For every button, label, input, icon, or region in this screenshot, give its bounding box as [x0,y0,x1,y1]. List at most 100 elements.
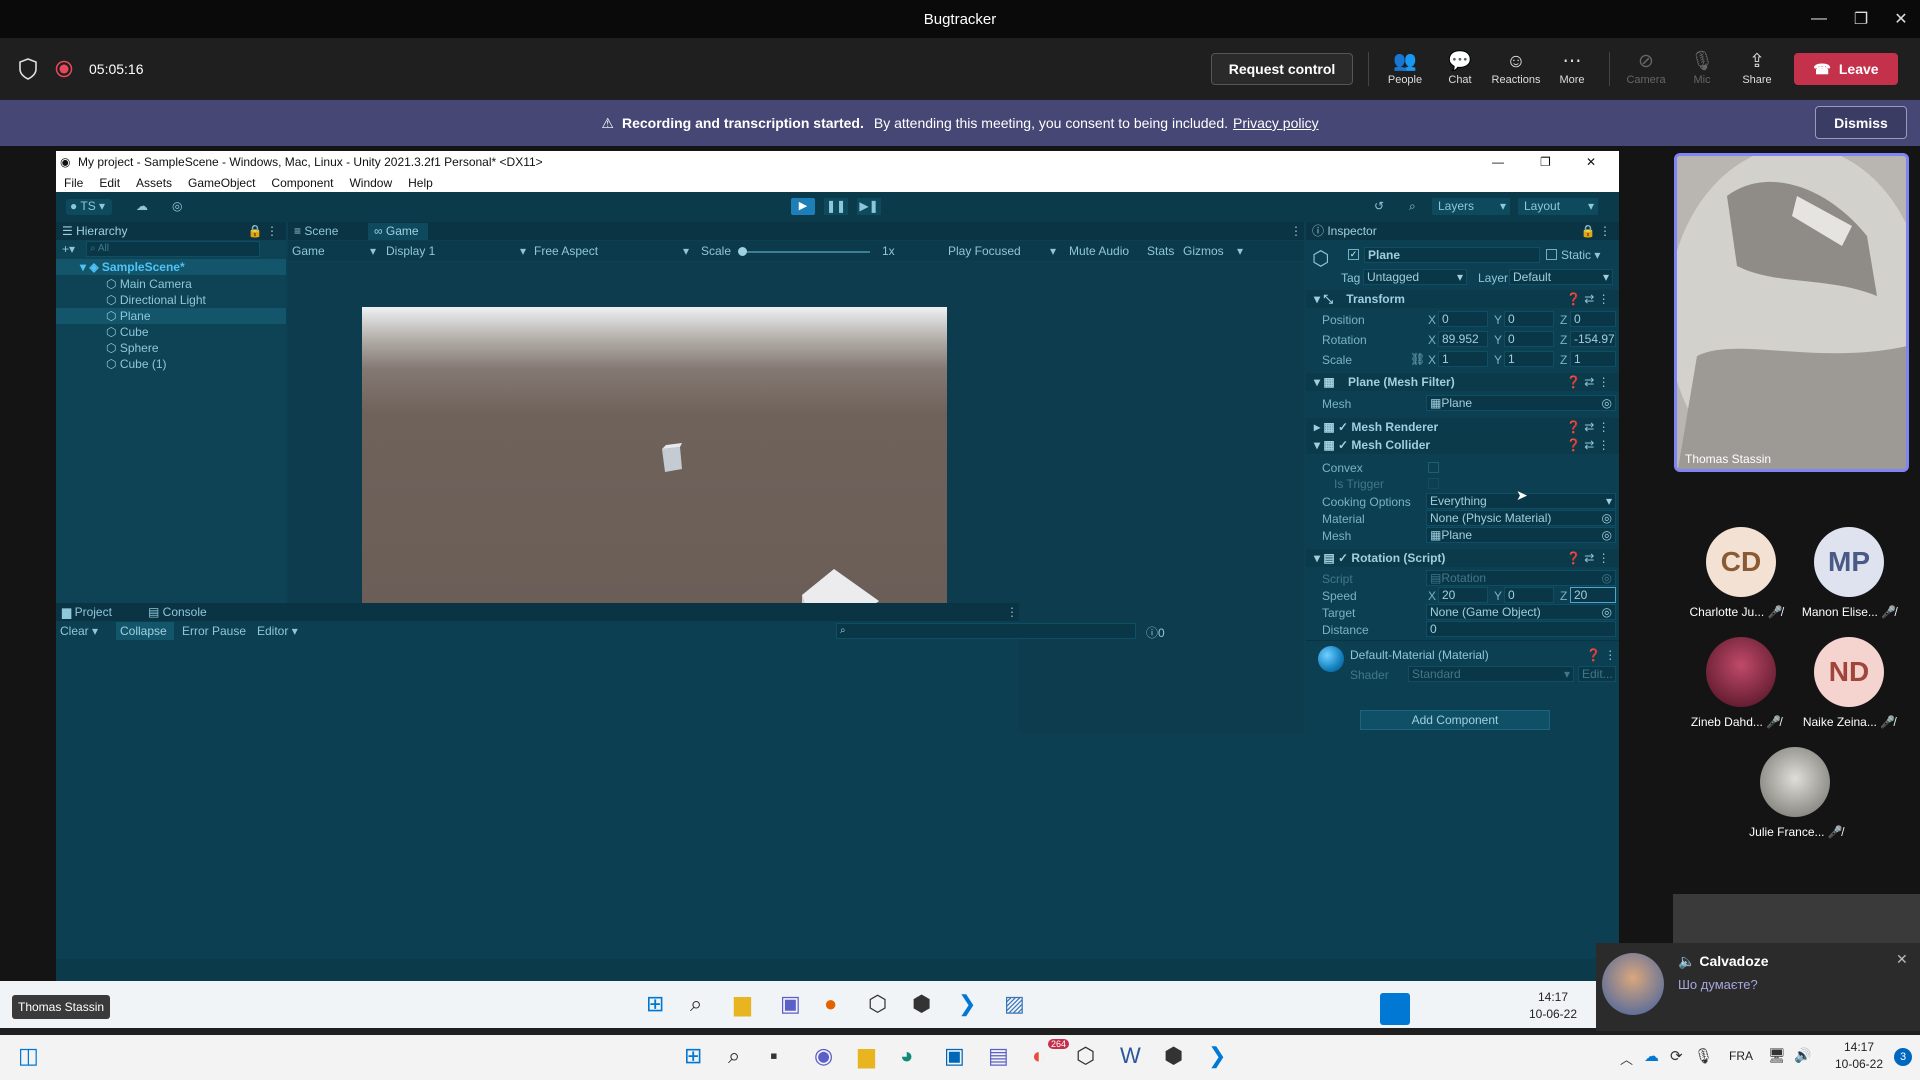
people-button[interactable]: 👥 People [1377,50,1433,86]
participant-tile[interactable]: CD [1706,527,1776,597]
tag-dropdown[interactable]: Untagged ▾ [1363,269,1467,285]
scale-slider-handle[interactable] [738,247,747,256]
tab-game[interactable]: ∞ Game [368,223,428,240]
menu-help[interactable]: Help [408,176,433,190]
menu-gameobject[interactable]: GameObject [188,176,255,190]
leave-button[interactable]: ☎ Leave [1794,53,1898,85]
collab-icon[interactable]: ◎ [172,199,182,213]
mic-button[interactable]: 🎙 Mic [1674,50,1730,86]
store-icon[interactable]: ▣ [944,1043,965,1069]
rotation-y-input[interactable]: 0 [1504,331,1554,347]
participant-tile[interactable] [1760,747,1830,817]
tray-chevron-icon[interactable]: ︿ [1620,1049,1633,1068]
sync-icon[interactable]: ⟳ [1670,1047,1683,1065]
static-checkbox[interactable] [1546,249,1557,260]
shader-edit-button[interactable]: Edit... [1578,666,1616,682]
hierarchy-item[interactable]: ⬡ Sphere [106,341,159,355]
add-component-button[interactable]: Add Component [1360,710,1550,730]
participant-tile[interactable]: MP [1814,527,1884,597]
search-icon[interactable]: ⌕ [728,1043,740,1069]
hierarchy-search-input[interactable]: ⌕ All [86,241,260,257]
scale-y-input[interactable]: 1 [1504,351,1554,367]
clock-time[interactable]: 14:17 [1832,1040,1886,1054]
error-pause-toggle[interactable]: Error Pause [182,624,246,638]
layout-dropdown[interactable]: Layout ▾ [1518,198,1598,215]
speed-z-input[interactable]: 20 [1570,587,1616,603]
log-count[interactable]: ⓘ0 [1146,624,1165,641]
history-icon[interactable]: ↺ [1374,199,1384,213]
rotation-x-input[interactable]: 89.952 [1438,331,1488,347]
editor-dropdown[interactable]: Editor ▾ [257,624,298,638]
minimize-icon[interactable]: — [1492,155,1504,169]
more-icon[interactable]: ⋮ [1006,605,1018,619]
layer-dropdown[interactable]: Default ▾ [1509,269,1613,285]
network-icon[interactable]: 🖥 [1768,1047,1786,1064]
windows-start-icon[interactable]: ⊞ [684,1043,702,1069]
scale-x-input[interactable]: 1 [1438,351,1488,367]
step-button[interactable]: ▶❚ [857,198,881,215]
object-name-input[interactable]: Plane [1364,247,1540,263]
component-options-icon[interactable]: ❓ ⇄ ⋮ [1566,375,1610,389]
collider-mesh-field[interactable]: ▦Plane ◎ [1426,527,1616,543]
menu-file[interactable]: File [64,176,83,190]
layers-dropdown[interactable]: Layers ▾ [1432,198,1510,215]
vscode-icon[interactable]: ❯ [1208,1043,1226,1069]
privacy-policy-link[interactable]: Privacy policy [1233,115,1319,131]
active-checkbox[interactable]: ✓ [1348,249,1359,260]
menu-assets[interactable]: Assets [136,176,172,190]
cloud-icon[interactable]: ☁ [136,199,148,213]
task-view-icon[interactable]: ◫ [18,1043,39,1069]
onedrive-icon[interactable]: ☁ [1644,1047,1659,1065]
hierarchy-item[interactable]: ⬡ Cube [106,325,149,339]
convex-checkbox[interactable] [1428,462,1439,473]
participant-tile[interactable] [1706,637,1776,707]
mute-audio-toggle[interactable]: Mute Audio [1069,244,1129,258]
console-search-input[interactable]: ⌕ [836,623,1136,639]
physic-material-field[interactable]: None (Physic Material) ◎ [1426,510,1616,526]
position-z-input[interactable]: 0 [1570,311,1616,327]
aspect-dropdown[interactable]: Free Aspect ▾ [534,244,689,258]
speed-y-input[interactable]: 0 [1504,587,1554,603]
volume-icon[interactable]: 🔊 [1794,1047,1811,1064]
speed-x-input[interactable]: 20 [1438,587,1488,603]
share-button[interactable]: ⇪ Share [1729,50,1785,86]
hierarchy-item[interactable]: ⬡ Cube (1) [106,357,167,371]
clear-button[interactable]: Clear ▾ [60,624,98,638]
more-icon[interactable]: ⋮ [1290,224,1302,238]
stats-toggle[interactable]: Stats [1147,244,1174,258]
distance-input[interactable]: 0 [1426,621,1616,637]
request-control-button[interactable]: Request control [1211,53,1353,85]
display-dropdown[interactable]: Display 1 ▾ [386,244,526,258]
play-focused-dropdown[interactable]: Play Focused ▾ [948,244,1056,258]
unity-icon[interactable]: ⬢ [1164,1043,1183,1069]
hierarchy-tab[interactable]: ☰ Hierarchy 🔒 ⋮ [56,222,286,240]
component-options-icon[interactable]: ❓ ⇄ ⋮ [1566,438,1610,452]
mic-muted-icon[interactable]: 🎙 [1694,1047,1713,1065]
chat-icon[interactable]: ◉ [814,1043,833,1069]
dismiss-button[interactable]: Dismiss [1815,106,1907,139]
edge-icon[interactable]: ◕ [900,1043,913,1069]
close-icon[interactable]: ✕ [1896,951,1908,968]
unity-hub-icon[interactable]: ⬡ [1076,1043,1095,1069]
add-icon[interactable]: +▾ [62,242,75,256]
shader-dropdown[interactable]: Standard ▾ [1408,666,1574,682]
position-x-input[interactable]: 0 [1438,311,1488,327]
position-y-input[interactable]: 0 [1504,311,1554,327]
static-dropdown[interactable]: Static ▾ [1561,248,1600,262]
restore-icon[interactable]: ❐ [1540,155,1551,169]
hierarchy-item[interactable]: ⬡ Directional Light [106,293,206,307]
scale-z-input[interactable]: 1 [1570,351,1616,367]
account-dropdown[interactable]: ● TS ▾ [66,199,112,215]
reactions-button[interactable]: ☺ Reactions [1488,50,1544,86]
collapse-toggle[interactable]: Collapse [116,622,174,640]
tab-scene[interactable]: ≡ Scene [294,224,338,238]
clock-date[interactable]: 10-06-22 [1830,1057,1888,1071]
more-button[interactable]: ⋯ More [1544,50,1600,86]
close-icon[interactable]: ✕ [1586,155,1596,169]
video-tile[interactable]: Thomas Stassin [1674,153,1909,472]
inspector-tab[interactable]: ⓘ Inspector 🔒 ⋮ [1306,222,1619,240]
minimize-icon[interactable]: — [1796,0,1842,38]
component-options-icon[interactable]: ❓ ⋮ [1586,648,1616,662]
mesh-field[interactable]: ▦Plane ◎ [1426,395,1616,411]
chat-button[interactable]: 💬 Chat [1432,50,1488,86]
